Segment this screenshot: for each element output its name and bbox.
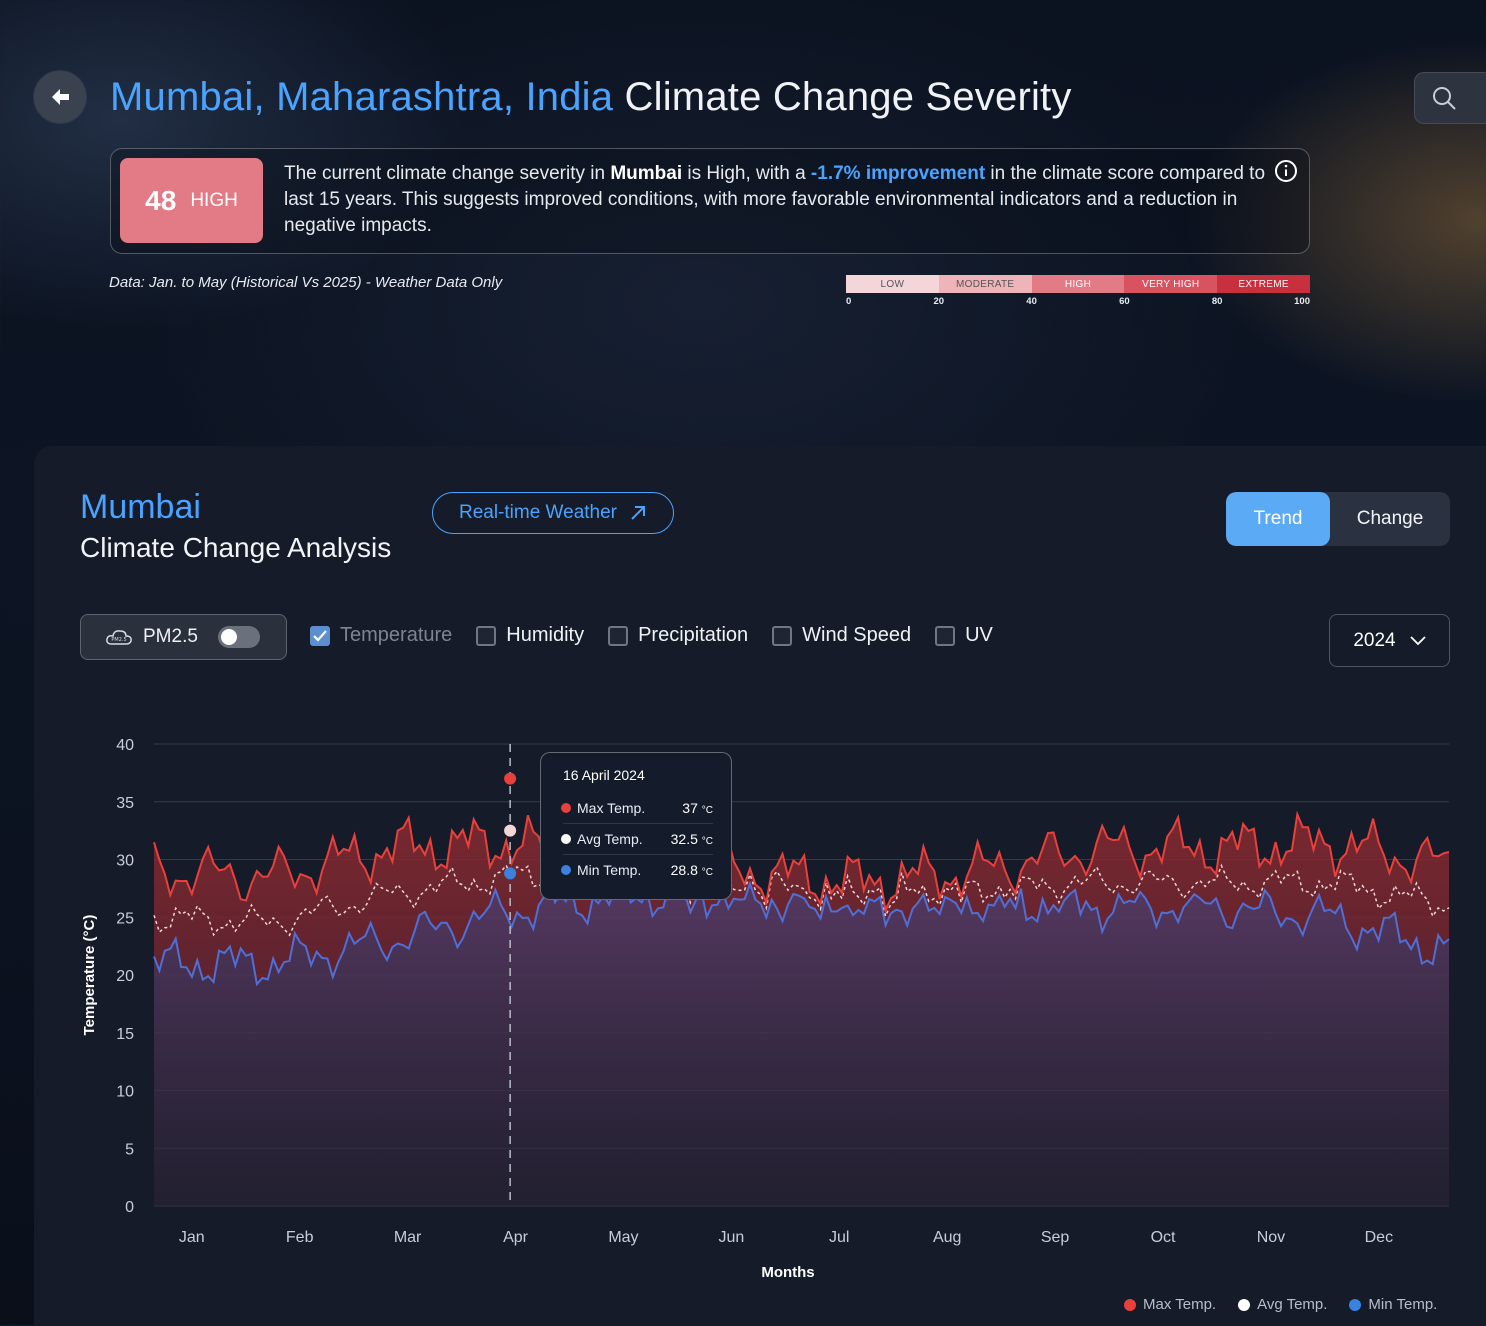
- tooltip-rows: Max Temp. 37 °C Avg Temp. 32.5 °C Min Temp. 2…: [561, 793, 713, 885]
- page-title-rest: Climate Change Severity: [624, 75, 1072, 119]
- info-icon[interactable]: [1274, 159, 1298, 183]
- legend-item[interactable]: Min Temp.: [1349, 1296, 1437, 1313]
- summary-text-part: is High, with a: [682, 163, 811, 184]
- tooltip-label: Avg Temp.: [577, 831, 643, 847]
- severity-description: The current climate change severity in M…: [284, 161, 1269, 239]
- tooltip-value: 28.8 °C: [670, 862, 713, 878]
- x-tick-label: Dec: [1365, 1229, 1393, 1246]
- analysis-panel: Mumbai Climate Change Analysis Real-time…: [34, 446, 1486, 1326]
- scale-segment: LOW: [846, 275, 939, 293]
- scale-segment: MODERATE: [938, 275, 1032, 293]
- tooltip-value: 37 °C: [682, 800, 713, 816]
- scale-tick: 40: [1026, 296, 1037, 307]
- legend-dot: [1238, 1298, 1251, 1311]
- page-title-location: Mumbai, Maharashtra, India: [110, 75, 614, 119]
- scale-tick: 60: [1119, 296, 1130, 307]
- arrow-left-icon: [52, 89, 69, 105]
- x-tick-label: Jun: [718, 1229, 744, 1246]
- chart-legend: Max Temp. Avg Temp. Min Temp.: [1124, 1296, 1437, 1313]
- severity-level: HIGH: [190, 189, 238, 211]
- y-tick-label: 5: [125, 1141, 134, 1158]
- legend-item[interactable]: Max Temp.: [1124, 1296, 1216, 1313]
- x-tick-label: Jan: [179, 1229, 205, 1246]
- x-tick-label: Feb: [286, 1229, 314, 1246]
- tooltip-row: Min Temp. 28.8 °C: [561, 855, 713, 885]
- x-tick-label: Sep: [1041, 1229, 1070, 1246]
- x-tick-label: May: [608, 1229, 638, 1246]
- y-axis-label: Temperature (°C): [81, 915, 98, 1036]
- legend-item[interactable]: Avg Temp.: [1238, 1296, 1327, 1313]
- tooltip-row: Avg Temp. 32.5 °C: [561, 824, 713, 855]
- data-note: Data: Jan. to May (Historical Vs 2025) -…: [109, 274, 503, 291]
- scale-tick: 0: [846, 296, 852, 307]
- chart-tooltip: 16 April 2024 Max Temp. 37 °C Avg Temp. 32.…: [540, 752, 732, 900]
- summary-text-part: The current climate change severity in: [284, 163, 611, 184]
- x-tick-label: Mar: [394, 1229, 422, 1246]
- y-tick-label: 15: [116, 1026, 134, 1043]
- tooltip-date: 16 April 2024: [563, 767, 645, 783]
- tooltip-label: Min Temp.: [577, 862, 642, 878]
- x-tick-label: Aug: [933, 1229, 961, 1246]
- y-tick-label: 30: [116, 853, 134, 870]
- x-tick-label: Nov: [1257, 1229, 1285, 1246]
- summary-city: Mumbai: [610, 163, 683, 184]
- highlight-point-max: [504, 772, 517, 785]
- y-tick-label: 20: [116, 968, 134, 985]
- tooltip-dot: [561, 834, 571, 844]
- severity-scale: LOW MODERATE HIGH VERY HIGH EXTREME 0 20 40 60 8…: [846, 275, 1310, 310]
- search-icon: [1433, 87, 1456, 110]
- y-tick-label: 40: [116, 737, 134, 754]
- temperature-chart[interactable]: 0 5 10 15 20 25 30 35 40 Temperature (°C) Jan Feb Ma…: [34, 446, 1486, 1326]
- tooltip-row: Max Temp. 37 °C: [561, 793, 713, 824]
- y-tick-label: 25: [116, 910, 134, 927]
- x-tick-label: Apr: [503, 1229, 529, 1246]
- x-tick-label: Jul: [829, 1229, 849, 1246]
- severity-scale-bar: LOW MODERATE HIGH VERY HIGH EXTREME: [846, 275, 1310, 293]
- scale-tick: 80: [1211, 296, 1223, 307]
- legend-label: Min Temp.: [1368, 1296, 1438, 1313]
- severity-score-badge: 48 HIGH: [120, 158, 263, 243]
- legend-dot: [1124, 1298, 1136, 1311]
- scale-tick: 20: [933, 296, 945, 307]
- summary-improvement: -1.7% improvement: [810, 163, 986, 184]
- highlight-point-avg: [504, 824, 517, 837]
- legend-dot: [1349, 1298, 1362, 1311]
- back-button[interactable]: [34, 71, 86, 123]
- legend-label: Max Temp.: [1143, 1296, 1217, 1313]
- x-tick-label: Oct: [1151, 1229, 1176, 1246]
- severity-scale-ticks: 0 20 40 60 80 100: [846, 296, 1310, 310]
- x-axis-label: Months: [761, 1264, 814, 1281]
- search-button[interactable]: [1414, 72, 1486, 124]
- legend-label: Avg Temp.: [1257, 1296, 1328, 1313]
- tooltip-dot: [561, 865, 571, 875]
- severity-summary-card: 48 HIGH The current climate change sever…: [110, 148, 1310, 254]
- highlight-point-min: [504, 867, 517, 880]
- tooltip-value: 32.5 °C: [670, 831, 713, 847]
- y-tick-label: 35: [116, 795, 134, 812]
- tooltip-label: Max Temp.: [577, 800, 646, 816]
- scale-segment: VERY HIGH: [1124, 275, 1218, 293]
- y-tick-label: 0: [125, 1199, 134, 1216]
- page-title: Mumbai, Maharashtra, India Climate Chang…: [110, 72, 1072, 122]
- y-tick-label: 10: [116, 1084, 134, 1101]
- scale-tick: 100: [1294, 296, 1310, 307]
- scale-segment: HIGH: [1031, 275, 1125, 293]
- tooltip-dot: [561, 803, 571, 813]
- scale-segment: EXTREME: [1217, 275, 1310, 293]
- severity-score: 48: [145, 184, 177, 216]
